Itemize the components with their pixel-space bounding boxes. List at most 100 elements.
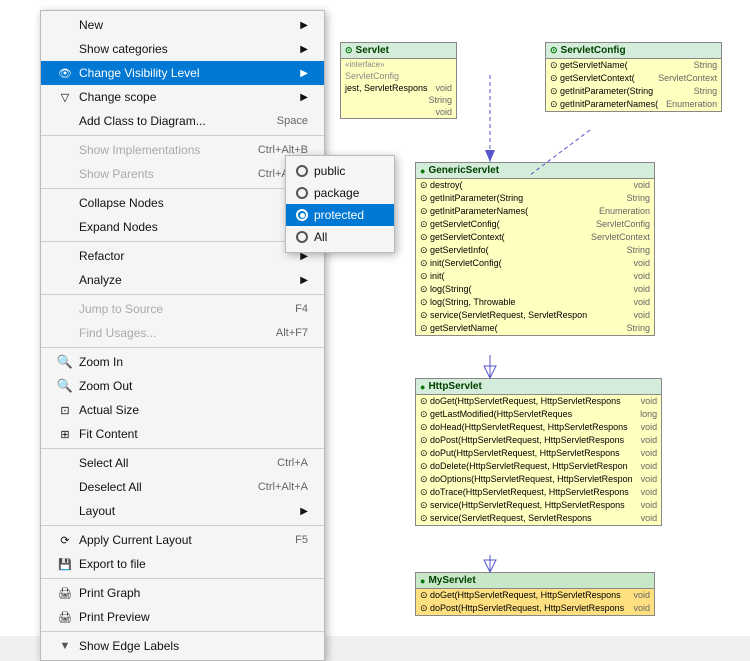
menu-label-show-parents: Show Parents [79,167,154,181]
submenu-item-protected[interactable]: protected [286,204,394,226]
jump-to-source-icon [57,301,73,317]
menu-item-expand-nodes[interactable]: Expand Nodes E [41,215,324,239]
genericservlet-icon: ● [420,166,425,176]
change-visibility-arrow: ▶ [300,68,308,79]
menu-item-new[interactable]: New ▶ [41,13,324,37]
myservlet-class: ● MyServlet ⊙ doGet(HttpServletRequest, … [415,572,655,616]
menu-label-change-scope: Change scope [79,90,156,104]
servlet-icon: ⊙ [345,45,353,56]
httpservlet-class: ● HttpServlet ⊙ doGet(HttpServletRequest… [415,378,662,526]
radio-public [296,165,308,177]
menu-item-zoom-in[interactable]: 🔍 Zoom In [41,350,324,374]
menu-item-show-categories[interactable]: Show categories ▶ [41,37,324,61]
menu-label-zoom-in: Zoom In [79,355,123,369]
radio-all [296,231,308,243]
analyze-icon [57,272,73,288]
menu-item-print-graph[interactable]: 🖨 Print Graph [41,581,324,605]
menu-label-layout: Layout [79,504,115,518]
menu-label-apply-layout: Apply Current Layout [79,533,192,547]
menu-item-layout[interactable]: Layout ▶ [41,499,324,523]
submenu-item-package[interactable]: package [286,182,394,204]
expand-nodes-icon [57,219,73,235]
separator-3 [41,241,324,242]
change-scope-arrow: ▶ [300,92,308,103]
menu-item-actual-size[interactable]: ⊡ Actual Size [41,398,324,422]
myservlet-name: MyServlet [428,575,475,586]
analyze-arrow: ▶ [300,275,308,286]
menu-item-add-class[interactable]: Add Class to Diagram... Space [41,109,324,133]
layout-icon [57,503,73,519]
separator-6 [41,448,324,449]
apply-layout-shortcut: F5 [295,534,308,546]
menu-label-print-preview: Print Preview [79,610,150,624]
menu-item-fit-content[interactable]: ⊞ Fit Content [41,422,324,446]
export-file-icon: 💾 [57,556,73,572]
add-class-icon [57,113,73,129]
submenu-label-package: package [314,186,359,200]
submenu-label-public: public [314,164,345,178]
menu-item-deselect-all[interactable]: Deselect All Ctrl+Alt+A [41,475,324,499]
show-edge-labels-icon: ▼ [57,638,73,654]
apply-layout-icon: ⟳ [57,532,73,548]
print-graph-icon: 🖨 [57,585,73,601]
deselect-all-icon [57,479,73,495]
menu-item-refactor[interactable]: Refactor ▶ [41,244,324,268]
menu-item-change-scope[interactable]: ▽ Change scope ▶ [41,85,324,109]
menu-item-show-parents: Show Parents Ctrl+Alt+P [41,162,324,186]
menu-label-actual-size: Actual Size [79,403,139,417]
menu-item-export-file[interactable]: 💾 Export to file [41,552,324,576]
menu-item-apply-layout[interactable]: ⟳ Apply Current Layout F5 [41,528,324,552]
separator-9 [41,631,324,632]
new-arrow: ▶ [300,20,308,31]
submenu-item-public[interactable]: public [286,160,394,182]
servletconfig-class: ⊙ ServletConfig ⊙ getServletName(String … [545,42,722,112]
separator-4 [41,294,324,295]
menu-label-refactor: Refactor [79,249,124,263]
menu-label-show-implementations: Show Implementations [79,143,200,157]
show-implementations-icon [57,142,73,158]
menu-item-show-edge-labels[interactable]: ▼ Show Edge Labels [41,634,324,658]
menu-label-change-visibility: Change Visibility Level [79,66,200,80]
menu-label-zoom-out: Zoom Out [79,379,132,393]
find-usages-icon [57,325,73,341]
menu-item-change-visibility[interactable]: 👁 Change Visibility Level ▶ [41,61,324,85]
separator-1 [41,135,324,136]
menu-item-jump-to-source: Jump to Source F4 [41,297,324,321]
menu-item-print-preview[interactable]: 🖨 Print Preview [41,605,324,629]
menu-label-jump-to-source: Jump to Source [79,302,163,316]
zoom-out-icon: 🔍 [57,378,73,394]
myservlet-icon: ● [420,576,425,586]
refactor-icon [57,248,73,264]
select-all-shortcut: Ctrl+A [277,457,308,469]
menu-item-show-implementations: Show Implementations Ctrl+Alt+B [41,138,324,162]
menu-item-collapse-nodes[interactable]: Collapse Nodes C [41,191,324,215]
menu-label-export-file: Export to file [79,557,146,571]
servlet-name: Servlet [356,45,389,56]
menu-label-analyze: Analyze [79,273,122,287]
change-visibility-icon: 👁 [57,65,73,81]
menu-item-select-all[interactable]: Select All Ctrl+A [41,451,324,475]
servletconfig-icon: ⊙ [550,45,558,56]
show-categories-icon [57,41,73,57]
zoom-in-icon: 🔍 [57,354,73,370]
collapse-nodes-icon [57,195,73,211]
find-usages-shortcut: Alt+F7 [276,327,308,339]
deselect-all-shortcut: Ctrl+Alt+A [258,481,308,493]
menu-label-show-edge-labels: Show Edge Labels [79,639,179,653]
menu-item-zoom-out[interactable]: 🔍 Zoom Out [41,374,324,398]
menu-item-find-usages: Find Usages... Alt+F7 [41,321,324,345]
add-class-shortcut: Space [277,115,308,127]
menu-label-collapse-nodes: Collapse Nodes [79,196,164,210]
separator-5 [41,347,324,348]
radio-protected [296,209,308,221]
submenu-label-protected: protected [314,208,364,222]
menu-label-print-graph: Print Graph [79,586,140,600]
genericservlet-name: GenericServlet [428,165,499,176]
servlet-class: ⊙ Servlet «interface» ServletConfig jest… [340,42,457,119]
radio-package [296,187,308,199]
separator-8 [41,578,324,579]
submenu-item-all[interactable]: All [286,226,394,248]
separator-7 [41,525,324,526]
menu-item-analyze[interactable]: Analyze ▶ [41,268,324,292]
submenu-visibility: public package protected All [285,155,395,253]
